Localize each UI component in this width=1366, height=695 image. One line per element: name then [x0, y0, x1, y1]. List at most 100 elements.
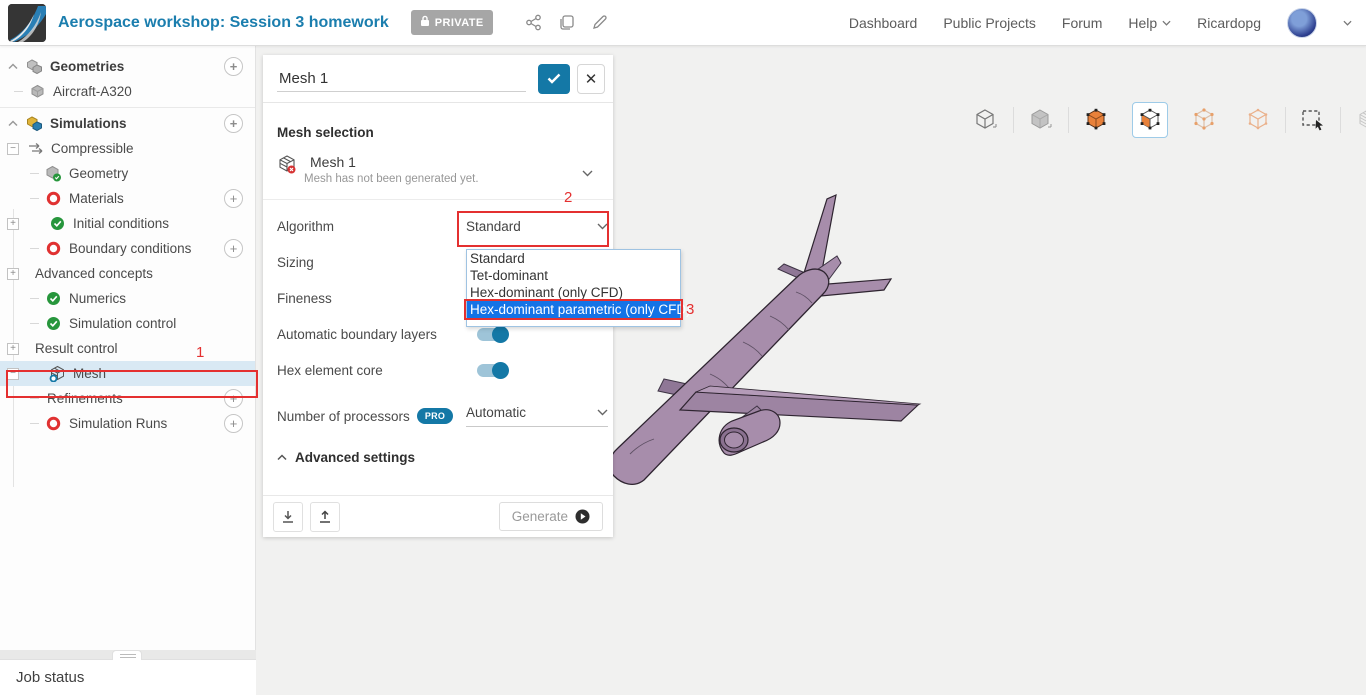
box-select-icon[interactable]: [1295, 102, 1331, 138]
processors-select[interactable]: Automatic: [466, 405, 608, 427]
collapse-icon: [8, 120, 18, 127]
mesh-selection-heading: Mesh selection: [277, 125, 374, 140]
simscale-workbench: Aerospace workshop: Session 3 homework P…: [0, 0, 1366, 695]
sidebar-item-aircraft-a320[interactable]: Aircraft-A320: [0, 79, 255, 104]
upload-settings-button[interactable]: [310, 501, 340, 532]
check-status-icon: [49, 215, 66, 232]
sidebar-item-numerics[interactable]: Numerics: [0, 286, 255, 311]
aircraft-model[interactable]: [600, 180, 1060, 495]
mesh-error-icon: [277, 154, 297, 174]
add-simulation-button[interactable]: +: [224, 114, 243, 133]
chevron-down-icon: [1162, 20, 1171, 26]
nav-help-menu[interactable]: Help: [1128, 15, 1171, 31]
sidebar-item-mesh[interactable]: − Mesh: [0, 361, 255, 386]
algorithm-option-hex-dominant[interactable]: Hex-dominant (only CFD): [467, 284, 680, 301]
sidebar-item-simulation-runs[interactable]: Simulation Runs +: [0, 411, 255, 436]
share-icon[interactable]: [525, 14, 542, 31]
hex-element-core-toggle[interactable]: [477, 361, 509, 379]
sidebar-item-result-control[interactable]: + Result control: [0, 336, 255, 361]
check-status-icon: [45, 290, 62, 307]
select-vertex-icon[interactable]: [1240, 102, 1276, 138]
mesh-selection-item[interactable]: Mesh 1 Mesh has not been generated yet.: [277, 154, 599, 185]
top-header: Aerospace workshop: Session 3 homework P…: [0, 0, 1366, 46]
chevron-down-icon: [582, 170, 593, 177]
check-icon: [547, 73, 561, 84]
select-edge-icon[interactable]: [1186, 102, 1222, 138]
account-chevron-down-icon[interactable]: [1343, 20, 1352, 26]
compressible-icon: [27, 140, 44, 157]
selected-mesh-status: Mesh has not been generated yet.: [304, 173, 479, 185]
user-avatar[interactable]: [1287, 7, 1317, 38]
collapse-box-icon[interactable]: −: [7, 367, 19, 380]
collapse-box-icon[interactable]: −: [7, 142, 19, 155]
sidebar-item-advanced-concepts[interactable]: + Advanced concepts: [0, 261, 255, 286]
edit-icon[interactable]: [591, 14, 608, 31]
algorithm-select[interactable]: Standard: [466, 219, 608, 234]
nav-username[interactable]: Ricardopg: [1197, 15, 1261, 31]
sidebar-item-boundary-conditions[interactable]: Boundary conditions +: [0, 236, 255, 261]
sidebar-item-geometry[interactable]: Geometry: [0, 161, 255, 186]
pro-badge: PRO: [416, 408, 454, 424]
algorithm-option-standard[interactable]: Standard: [467, 250, 680, 267]
geometries-icon: [26, 58, 43, 75]
chevron-down-icon: [597, 409, 608, 416]
select-volume-icon[interactable]: [1078, 102, 1114, 138]
download-icon: [283, 510, 293, 523]
empty-status-icon: [45, 240, 62, 257]
algorithm-dropdown-menu: Standard Tet-dominant Hex-dominant (only…: [466, 249, 691, 327]
project-title: Aerospace workshop: Session 3 homework: [58, 13, 389, 31]
add-boundary-condition-button[interactable]: +: [224, 239, 243, 258]
sidebar-item-simulation-control[interactable]: Simulation control: [0, 311, 255, 336]
algorithm-option-tet-dominant[interactable]: Tet-dominant: [467, 267, 680, 284]
expand-box-icon[interactable]: +: [7, 267, 19, 280]
processors-row: Number of processors PRO Automatic: [277, 398, 608, 434]
geometry-check-icon: [45, 165, 62, 182]
chevron-down-icon: [597, 223, 608, 229]
add-simulation-run-button[interactable]: +: [224, 414, 243, 433]
job-status-handle[interactable]: [112, 650, 142, 660]
lock-icon: [420, 15, 430, 30]
expand-box-icon[interactable]: +: [7, 217, 19, 230]
upload-icon: [320, 509, 330, 523]
copy-icon[interactable]: [558, 14, 575, 31]
empty-status-icon: [45, 415, 62, 432]
sidebar-item-geometries[interactable]: Geometries +: [0, 54, 255, 79]
hex-element-core-row: Hex element core: [277, 352, 599, 388]
nav-dashboard[interactable]: Dashboard: [849, 15, 918, 31]
add-geometry-button[interactable]: +: [224, 57, 243, 76]
auto-boundary-layers-toggle[interactable]: [477, 325, 509, 343]
algorithm-row: Algorithm Standard: [277, 208, 608, 244]
selection-toolbar: [959, 102, 1366, 138]
download-settings-button[interactable]: [273, 501, 303, 532]
sidebar-item-simulations[interactable]: Simulations +: [0, 111, 255, 136]
nav-forum[interactable]: Forum: [1062, 15, 1102, 31]
check-status-icon: [45, 315, 62, 332]
privacy-badge: PRIVATE: [410, 10, 493, 35]
view-wireframe-icon[interactable]: [968, 102, 1004, 138]
mesh-name-input[interactable]: [277, 65, 526, 92]
sidebar-item-initial-conditions[interactable]: + Initial conditions: [0, 211, 255, 236]
view-solid-icon[interactable]: [1023, 102, 1059, 138]
collapse-icon: [8, 63, 18, 70]
mesh-icon: [49, 365, 66, 382]
apply-button[interactable]: [538, 63, 570, 94]
collapse-icon: [277, 454, 287, 461]
add-refinement-button[interactable]: +: [224, 389, 243, 408]
expand-box-icon[interactable]: +: [7, 342, 19, 355]
cancel-button[interactable]: ✕: [577, 63, 605, 94]
sidebar-item-compressible[interactable]: − Compressible: [0, 136, 255, 161]
generate-mesh-button[interactable]: Generate: [498, 502, 603, 531]
algorithm-option-hex-dominant-parametric[interactable]: Hex-dominant parametric (only CFD): [467, 301, 691, 318]
mesh-clip-icon[interactable]: [1350, 102, 1366, 138]
header-nav: Dashboard Public Projects Forum Help Ric…: [849, 7, 1366, 38]
simscale-logo[interactable]: [8, 3, 46, 42]
simulation-tree-sidebar: Geometries + Aircraft-A320 Simulations +…: [0, 46, 256, 650]
sidebar-item-materials[interactable]: Materials +: [0, 186, 255, 211]
sidebar-item-refinements[interactable]: Refinements +: [0, 386, 255, 411]
add-material-button[interactable]: +: [224, 189, 243, 208]
nav-public-projects[interactable]: Public Projects: [943, 15, 1036, 31]
selected-mesh-title: Mesh 1: [310, 154, 356, 170]
select-face-icon[interactable]: [1132, 102, 1168, 138]
advanced-settings-toggle[interactable]: Advanced settings: [277, 450, 599, 465]
job-status-bar[interactable]: Job status: [0, 659, 256, 695]
